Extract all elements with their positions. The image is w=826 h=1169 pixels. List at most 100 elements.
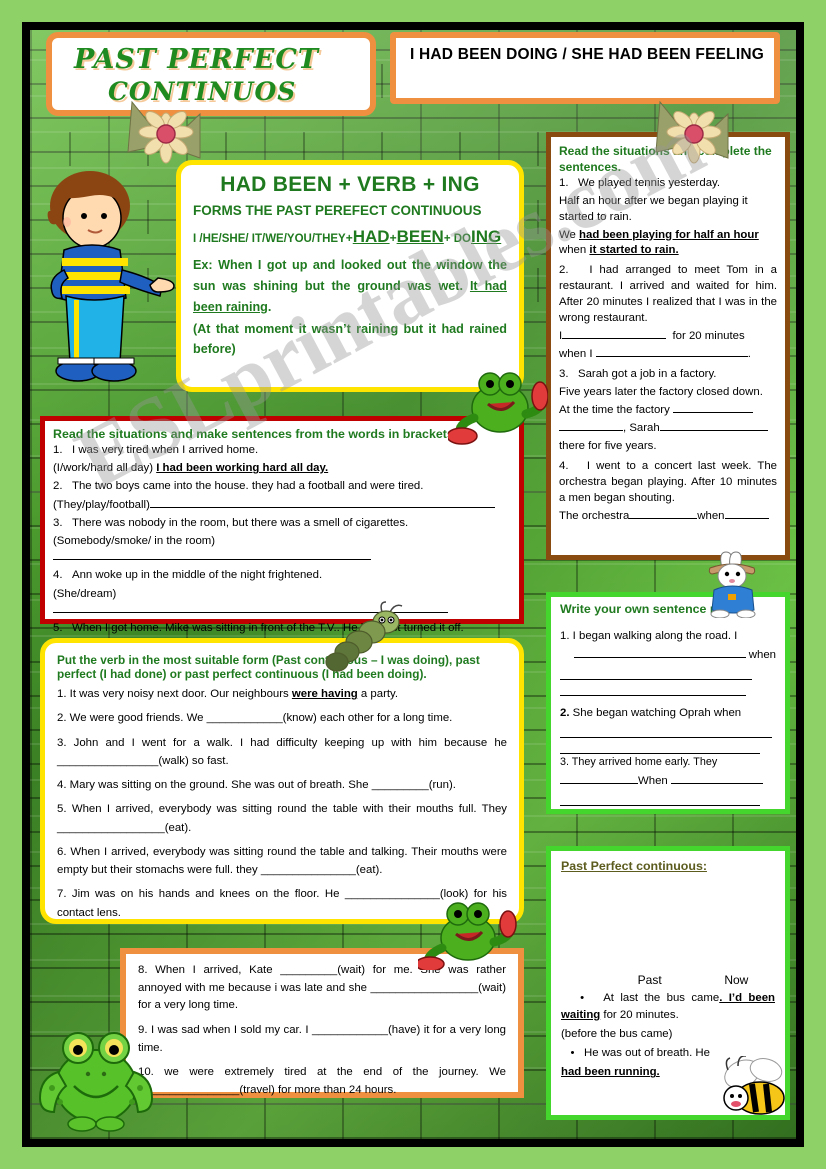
answer-pre: We	[559, 228, 580, 241]
example-note: (At that moment it wasn’t raining but it…	[193, 322, 507, 357]
answer-a: The orchestra	[559, 509, 630, 522]
item-num: 2.	[559, 264, 569, 277]
item-row: (They/play/football)	[53, 497, 511, 513]
answer-blank[interactable]	[595, 355, 748, 357]
answer-blank[interactable]	[560, 682, 746, 697]
answer-a: At the time the factory	[559, 403, 670, 416]
answer-b: for 20 minutes	[672, 329, 745, 342]
answer-blank[interactable]	[53, 559, 371, 561]
bullet-2-bold: had been running.	[561, 1066, 660, 1079]
title-box: PAST PERFECT CONTINUOS	[46, 32, 376, 116]
answer-blank[interactable]	[724, 517, 769, 519]
item-num: 3.	[53, 516, 63, 529]
complete-item-3: 3. Sarah got a job in a factory. Five ye…	[559, 367, 777, 455]
list-item: 6. When I arrived, everybody was sitting…	[57, 845, 507, 876]
answer-blank[interactable]	[560, 792, 760, 806]
bullet-1-text: At last the bus came	[603, 992, 720, 1004]
formula-box: HAD BEEN + VERB + ING FORMS THE PAST PER…	[176, 160, 524, 392]
answer-blank[interactable]	[149, 506, 495, 508]
plus-1: +	[345, 231, 353, 245]
answer-b: when	[697, 509, 725, 522]
exercise-forms-items: 1. It was very noisy next door. Our neig…	[57, 685, 507, 922]
item-row: (I/work/hard all day) I had been working…	[53, 460, 511, 476]
flower-icon	[127, 100, 201, 164]
item-num: 2.	[560, 707, 570, 720]
had-word: HAD	[352, 227, 390, 246]
answer-blank[interactable]	[573, 657, 746, 659]
exercise-complete-box: Read the situations and complete the sen…	[546, 132, 790, 560]
answer-blank[interactable]	[659, 429, 768, 431]
list-item: 1. It was very noisy next door. Our neig…	[57, 688, 399, 700]
item-num: 1.	[559, 177, 569, 190]
exercise-forms-cont-items: 8. When I arrived, Kate _________(wait) …	[138, 962, 506, 1100]
example-end: .	[267, 299, 272, 314]
item-answer: I had been working hard all day.	[156, 462, 329, 475]
list-item: 2. We were good friends. We ____________…	[57, 712, 453, 725]
item-row: 4. Ann woke up in the middle of the nigh…	[53, 567, 511, 583]
item-text: She began watching Oprah when	[572, 707, 742, 720]
own-sentence-item-1: 1. I began walking along the road. I whe…	[560, 628, 776, 697]
item-num: 4.	[559, 459, 569, 472]
item-row: (Somebody/smoke/ in the room)	[53, 533, 511, 565]
answer-d: .	[747, 347, 751, 360]
item-row: 5. When I got home. Mike was sitting in …	[53, 620, 511, 636]
caterpillar-icon	[325, 601, 403, 672]
flower-icon	[655, 100, 729, 164]
title-line-2: CONTINUOS	[108, 77, 297, 106]
answer-bold-2: it started to rain.	[589, 244, 679, 257]
item-num: 3.	[559, 367, 569, 380]
example-paragraph: Ex: When I got up and looked out the win…	[193, 255, 507, 317]
item-num: 1.	[53, 444, 63, 456]
answer-blank[interactable]	[672, 411, 753, 413]
exercise-brackets-instruction: Read the situations and make sentences f…	[53, 427, 458, 441]
answer-blank[interactable]	[560, 724, 772, 739]
plus-3: + DO	[443, 233, 471, 245]
list-item: 4. Mary was sitting on the ground. She w…	[57, 779, 456, 791]
label-past: Past	[637, 973, 662, 987]
item-num: 2.	[53, 480, 63, 493]
list-item: 10. we were extremely tired at the end o…	[138, 1066, 506, 1097]
answer-blank[interactable]	[562, 337, 667, 339]
frog-icon	[418, 902, 517, 970]
item-num: 4.	[53, 569, 63, 582]
complete-item-1: 1. We played tennis yesterday. Half an h…	[559, 176, 777, 259]
answer-blank[interactable]	[629, 517, 698, 519]
exercise-forms-instruction-b: perfect (I had done) or past perfect con…	[57, 667, 427, 681]
list-item: 3. John and I went for a walk. I had dif…	[57, 736, 507, 767]
example-lead: Ex: When I got up and looked out the win…	[193, 258, 507, 293]
item-cue: (I/work/hard all day)	[53, 462, 154, 475]
exercise-brackets-items: 1. I was very tired when I arrived home.…	[53, 442, 511, 654]
answer-blank[interactable]	[560, 782, 638, 784]
answer-a: I	[559, 329, 563, 342]
item-text: Sarah got a job in a factory.	[578, 367, 717, 380]
item-text: 1. I began walking along the road. I	[560, 630, 738, 642]
answer-blank[interactable]	[560, 740, 760, 755]
answer-c: when I	[559, 347, 593, 360]
item-line2: Five years later the factory closed down…	[559, 385, 763, 398]
frog-icon	[448, 372, 548, 445]
exercise-forms-box: Put the verb in the most suitable form (…	[40, 638, 524, 924]
bee-icon	[723, 1056, 785, 1115]
when-label: when	[748, 649, 776, 662]
answer-blank[interactable]	[560, 666, 752, 681]
pronoun-formula-line: I /HE/SHE/ IT/WE/YOU/THEY+HAD+BEEN+ DOIN…	[193, 227, 507, 247]
item-text: We played tennis yesterday.	[578, 177, 721, 190]
frog-icon	[38, 1032, 154, 1132]
answer-blank[interactable]	[559, 429, 623, 431]
item-text: 3. They arrived home early. They	[560, 756, 718, 769]
list-item: 5. When I arrived, everybody was sitting…	[57, 803, 507, 834]
answer-blank[interactable]	[670, 782, 763, 784]
pronouns: I /HE/SHE/ IT/WE/YOU/THEY	[193, 233, 346, 245]
answer-mid: when	[559, 244, 590, 257]
bullet-1-post: for 20 minutes.	[600, 1009, 679, 1022]
when-label: When	[638, 774, 668, 787]
answer-c: there for five years.	[559, 439, 657, 452]
boy-pointing-icon	[47, 171, 175, 382]
item-row: (She/dream)	[53, 586, 511, 618]
item-text: The two boys came into the house. they h…	[72, 480, 424, 493]
timeline-labels: Past Now	[561, 973, 775, 987]
item-row: 2. The two boys came into the house. the…	[53, 478, 511, 494]
item-text: There was nobody in the room, but there …	[72, 516, 409, 529]
list-item: 9. I was sad when I sold my car. I _____…	[138, 1024, 506, 1054]
item-row: 3. There was nobody in the room, but the…	[53, 515, 511, 531]
